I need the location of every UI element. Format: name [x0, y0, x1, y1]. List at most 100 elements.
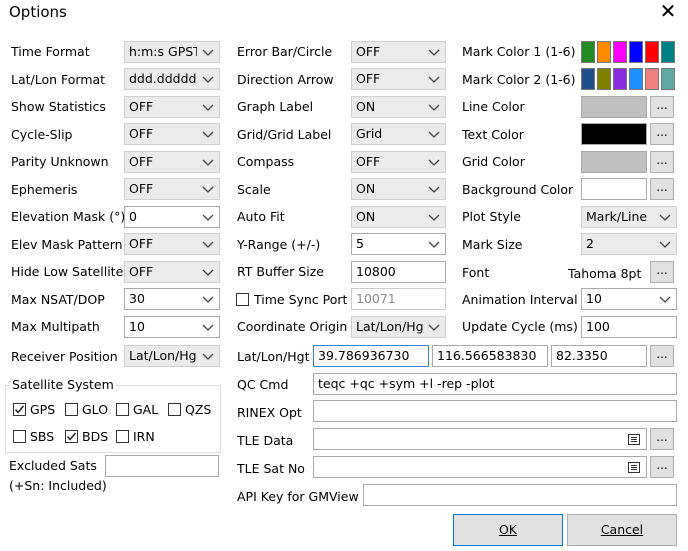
mark-size-select[interactable]: 2 — [581, 233, 677, 255]
chevron-down-icon — [427, 127, 441, 141]
animation-interval-select[interactable]: 10 — [581, 288, 677, 310]
mark-color-1-swatches[interactable] — [581, 41, 677, 63]
chevron-down-icon — [201, 237, 215, 251]
elev-mask-pattern-select[interactable]: OFF — [124, 233, 220, 255]
cancel-button[interactable]: Cancel — [567, 514, 677, 546]
max-multipath-select[interactable]: 10 — [124, 316, 220, 338]
excluded-sats-hint: (+Sn: Included) — [9, 478, 107, 493]
parity-unknown-select[interactable]: OFF — [124, 151, 220, 173]
bds-label: BDS — [82, 429, 109, 444]
longitude-input[interactable]: 116.566583830 — [432, 345, 548, 367]
auto-fit-select[interactable]: ON — [351, 206, 446, 228]
color-swatch[interactable] — [629, 41, 643, 63]
error-bar-label: Error Bar/Circle — [237, 44, 333, 59]
rt-buffer-size-input[interactable]: 10800 — [351, 261, 446, 283]
qc-cmd-input[interactable]: teqc +qc +sym +l -rep -plot — [313, 373, 677, 395]
color-swatch[interactable] — [597, 68, 611, 90]
cycle-slip-select[interactable]: OFF — [124, 123, 220, 145]
color-swatch[interactable] — [613, 68, 627, 90]
text-color-button[interactable]: ... — [650, 123, 674, 145]
chevron-down-icon — [658, 292, 672, 306]
qzs-label: QZS — [185, 402, 212, 417]
color-swatch[interactable] — [581, 41, 595, 63]
time-sync-port-label: Time Sync Port — [254, 292, 348, 307]
mark-color-2-label: Mark Color 2 (1-6) — [462, 72, 576, 87]
direction-arrow-select[interactable]: OFF — [351, 68, 446, 90]
qzs-checkbox[interactable] — [168, 403, 181, 416]
color-swatch[interactable] — [629, 68, 643, 90]
hide-low-satellite-label: Hide Low Satellite — [11, 264, 124, 279]
grid-color-swatch[interactable] — [581, 151, 647, 173]
plot-style-select[interactable]: Mark/Line — [581, 206, 677, 228]
background-color-button[interactable]: ... — [650, 178, 674, 200]
ok-button[interactable]: OK — [453, 514, 563, 546]
elevation-mask-select[interactable]: 0 — [124, 206, 220, 228]
plot-style-label: Plot Style — [462, 209, 521, 224]
document-icon[interactable] — [628, 461, 640, 473]
color-swatch[interactable] — [597, 41, 611, 63]
tle-data-input[interactable] — [313, 428, 647, 450]
tle-sat-no-button[interactable]: ... — [650, 456, 674, 478]
compass-select[interactable]: OFF — [351, 151, 446, 173]
latlon-format-select[interactable]: ddd.ddddd — [124, 68, 220, 90]
color-swatch[interactable] — [613, 41, 627, 63]
close-icon[interactable]: ✕ — [650, 0, 686, 22]
height-input[interactable]: 82.3350 — [551, 345, 647, 367]
rinex-opt-input[interactable] — [313, 400, 677, 422]
text-color-swatch[interactable] — [581, 123, 647, 145]
excluded-sats-input[interactable] — [105, 455, 219, 477]
show-statistics-label: Show Statistics — [11, 99, 106, 114]
line-color-label: Line Color — [462, 99, 525, 114]
graph-label-select[interactable]: ON — [351, 96, 446, 118]
time-sync-port-checkbox[interactable] — [236, 293, 249, 306]
color-swatch[interactable] — [661, 41, 675, 63]
font-button[interactable]: ... — [650, 261, 674, 283]
max-nsat-dop-label: Max NSAT/DOP — [11, 292, 105, 307]
graph-label-label: Graph Label — [237, 99, 314, 114]
latlonhgt-button[interactable]: ... — [650, 345, 674, 367]
line-color-button[interactable]: ... — [650, 96, 674, 118]
coordinate-origin-select[interactable]: Lat/Lon/Hg — [351, 316, 446, 338]
y-range-select[interactable]: 5 — [351, 233, 446, 255]
hide-low-satellite-select[interactable]: OFF — [124, 261, 220, 283]
line-color-swatch[interactable] — [581, 96, 647, 118]
gal-checkbox[interactable] — [116, 403, 129, 416]
grid-label-select[interactable]: Grid — [351, 123, 446, 145]
elevation-mask-label: Elevation Mask (°) — [11, 209, 126, 224]
elev-mask-pattern-label: Elev Mask Pattern — [11, 237, 123, 252]
max-nsat-dop-select[interactable]: 30 — [124, 288, 220, 310]
bds-checkbox[interactable] — [65, 430, 78, 443]
gps-checkbox[interactable] — [13, 403, 26, 416]
document-icon[interactable] — [628, 433, 640, 445]
time-sync-port-input[interactable]: 10071 — [351, 288, 446, 310]
color-swatch[interactable] — [661, 68, 675, 90]
glo-label: GLO — [82, 402, 109, 417]
receiver-position-select[interactable]: Lat/Lon/Hg — [124, 345, 220, 367]
error-bar-select[interactable]: OFF — [351, 41, 446, 63]
glo-checkbox[interactable] — [65, 403, 78, 416]
irn-checkbox[interactable] — [116, 430, 129, 443]
latitude-input[interactable]: 39.786936730 — [313, 345, 429, 367]
receiver-position-label: Receiver Position — [11, 349, 118, 364]
scale-select[interactable]: ON — [351, 178, 446, 200]
sbs-checkbox[interactable] — [13, 430, 26, 443]
grid-color-button[interactable]: ... — [650, 151, 674, 173]
background-color-swatch[interactable] — [581, 178, 647, 200]
update-cycle-input[interactable]: 100 — [581, 316, 677, 338]
color-swatch[interactable] — [581, 68, 595, 90]
api-key-input[interactable] — [363, 484, 677, 506]
time-format-select[interactable]: h:m:s GPST — [124, 41, 220, 63]
font-label: Font — [462, 265, 490, 280]
color-swatch[interactable] — [645, 68, 659, 90]
color-swatch[interactable] — [645, 41, 659, 63]
auto-fit-label: Auto Fit — [237, 209, 285, 224]
tle-data-button[interactable]: ... — [650, 428, 674, 450]
qc-cmd-label: QC Cmd — [237, 377, 289, 392]
ephemeris-select[interactable]: OFF — [124, 178, 220, 200]
tle-sat-no-input[interactable] — [313, 456, 647, 478]
chevron-down-icon — [201, 72, 215, 86]
direction-arrow-label: Direction Arrow — [237, 72, 334, 87]
mark-color-2-swatches[interactable] — [581, 68, 677, 90]
show-statistics-select[interactable]: OFF — [124, 96, 220, 118]
chevron-down-icon — [658, 210, 672, 224]
